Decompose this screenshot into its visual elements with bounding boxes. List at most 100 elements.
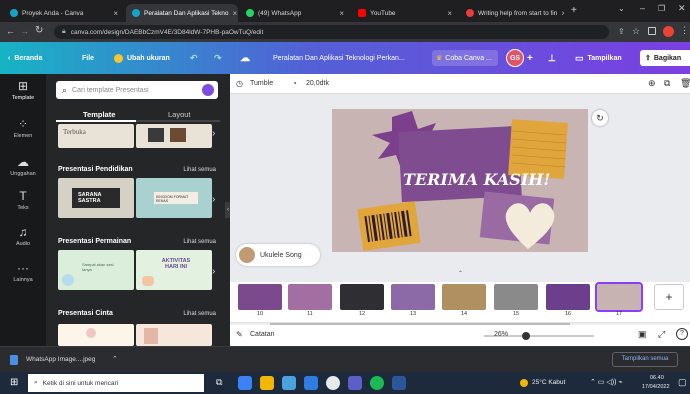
duration-button[interactable]: 20,0dtk [306,80,329,87]
page-thumb[interactable] [494,284,538,310]
user-avatar[interactable]: GS [506,49,524,67]
task-view-icon[interactable]: ⧉ [216,377,222,388]
expand-pages-icon[interactable]: ⌃ [458,270,463,277]
close-icon[interactable]: × [443,9,452,18]
zoom-level[interactable]: 26% [494,331,508,338]
tab-layout[interactable]: Layout [168,110,191,119]
template-thumb[interactable]: Terbuka [58,124,134,148]
notification-icon[interactable]: ▢ [678,377,687,388]
insights-icon[interactable]: ⊥ [548,50,556,66]
see-all-link[interactable]: Lihat semua [183,239,216,245]
notes-icon[interactable]: ✎ [236,330,243,339]
notes-button[interactable]: Catatan [250,331,275,338]
see-all-link[interactable]: Lihat semua [183,311,216,317]
edge-icon[interactable] [238,376,252,390]
file-menu[interactable]: File [82,50,94,66]
maximize-button[interactable]: ❐ [658,4,665,13]
filter-icon[interactable] [202,84,214,96]
chevron-up-icon[interactable]: ⌃ [112,355,118,363]
clock-date[interactable]: 17/04/2022 [642,384,670,390]
template-thumb[interactable]: AKTIVITAS HARI INI [136,250,212,290]
see-all-link[interactable]: Lihat semua [183,167,216,173]
close-icon[interactable]: × [335,9,344,18]
new-tab-button[interactable]: + [571,5,577,16]
spotify-icon[interactable] [370,376,384,390]
rail-item-uploads[interactable]: ☁ Unggahan [0,156,46,178]
file-explorer-icon[interactable] [260,376,274,390]
address-bar[interactable]: 🔒︎ canva.com/design/DAEBbCzmV4E/3D84ldW-… [54,25,609,39]
tab-canva-projects[interactable]: Proyek Anda - Canva × [4,4,124,22]
close-icon[interactable]: × [557,9,564,18]
forward-icon[interactable]: → [20,26,29,36]
page-scroll-thumb[interactable] [270,323,570,325]
duplicate-page-icon[interactable]: ⧉ [664,78,670,89]
refresh-icon[interactable]: ↻ [592,110,608,126]
tab-canva-design[interactable]: Peralatan Dan Aplikasi Tekno × [126,4,238,22]
scroll-right-icon[interactable]: › [212,128,215,139]
bookmark-star-icon[interactable]: ☆ [632,26,640,37]
scroll-right-icon[interactable]: › [212,194,215,205]
page-thumb[interactable] [288,284,332,310]
undo-icon[interactable]: ↶ [190,50,198,66]
windows-start-icon[interactable]: ⊞ [10,377,18,388]
scroll-right-icon[interactable]: › [212,266,215,277]
document-title[interactable]: Peralatan Dan Aplikasi Teknologi Perkan.… [273,50,405,66]
template-thumb[interactable] [136,124,212,148]
add-collaborator-icon[interactable]: + [527,50,533,66]
add-page-button[interactable]: + [654,284,684,310]
tab-youtube[interactable]: YouTube × [352,4,458,22]
audio-chip[interactable]: Ukulele Song [236,244,320,266]
rail-item-elements[interactable]: ⁘ Elemen [0,118,46,140]
grid-view-icon[interactable]: ▣ [638,329,647,340]
page-thumb[interactable] [546,284,590,310]
try-canva-pro-button[interactable]: ♛ Coba Canva ... [432,50,498,66]
timer-icon[interactable]: ◔ [292,79,297,88]
page-thumb[interactable] [442,284,486,310]
page-thumb[interactable] [340,284,384,310]
tab-template[interactable]: Template [83,110,115,119]
word-icon[interactable] [392,376,406,390]
chrome-icon[interactable] [326,376,340,390]
tab-whatsapp[interactable]: (49) WhatsApp × [240,4,350,22]
slide-title[interactable]: TERIMA KASIH! [403,170,550,189]
page-scroll-track[interactable] [230,323,690,325]
page-thumb[interactable] [238,284,282,310]
system-tray-icons[interactable]: ⌃ ▭ ◁)) ⌁ [590,378,623,386]
animation-icon[interactable]: ◷ [236,79,243,88]
resize-button[interactable]: Ubah ukuran [114,50,170,66]
close-window-button[interactable]: ✕ [678,3,686,14]
home-button[interactable]: ‹ Beranda [8,50,42,66]
template-thumb[interactable]: Sampai akan sesi tanya [58,250,134,290]
rail-item-more[interactable]: ··· Lainnya [0,262,46,284]
share-button[interactable]: ⇧ Bagikan [640,50,690,66]
tab-writing-help[interactable]: Writing help from start to fin × [460,4,564,22]
present-button[interactable]: ▭ Tampilkan [575,50,622,66]
profile-avatar[interactable] [663,26,674,37]
template-thumb[interactable]: SARANA SASTRA [58,178,134,218]
taskbar-search-input[interactable]: ⌕ Ketik di sini untuk mencari [28,374,204,392]
close-icon[interactable]: × [109,9,118,18]
template-thumb[interactable] [58,324,134,346]
zoom-slider-handle[interactable] [522,332,530,340]
extensions-icon[interactable] [648,27,656,35]
help-icon[interactable]: ? [676,328,688,340]
redo-icon[interactable]: ↷ [214,50,222,66]
template-search-input[interactable]: ⌕ Cari template Presentasi [56,81,218,99]
reload-icon[interactable]: ↻ [35,25,43,36]
animation-button[interactable]: Tumble [250,80,273,87]
browser-menu-icon[interactable]: ⋮ [680,25,689,36]
rail-item-template[interactable]: ⊞ Template [0,80,46,102]
page-thumb-current[interactable] [595,282,643,312]
page-thumb[interactable] [391,284,435,310]
share-page-icon[interactable]: ⇪ [618,27,625,36]
delete-page-icon[interactable]: 🗑︎ [680,78,690,89]
mail-icon[interactable] [304,376,318,390]
weather-text[interactable]: 25°C Kabut [532,379,565,386]
close-icon[interactable]: × [228,9,237,18]
add-page-icon[interactable]: ⊕ [648,78,656,89]
slide-canvas[interactable]: TERIMA KASIH! [332,109,588,252]
show-all-downloads-button[interactable]: Tampilkan semua [612,352,678,367]
teams-icon[interactable] [348,376,362,390]
template-thumb[interactable] [136,324,212,346]
rail-item-text[interactable]: T Teks [0,190,46,212]
